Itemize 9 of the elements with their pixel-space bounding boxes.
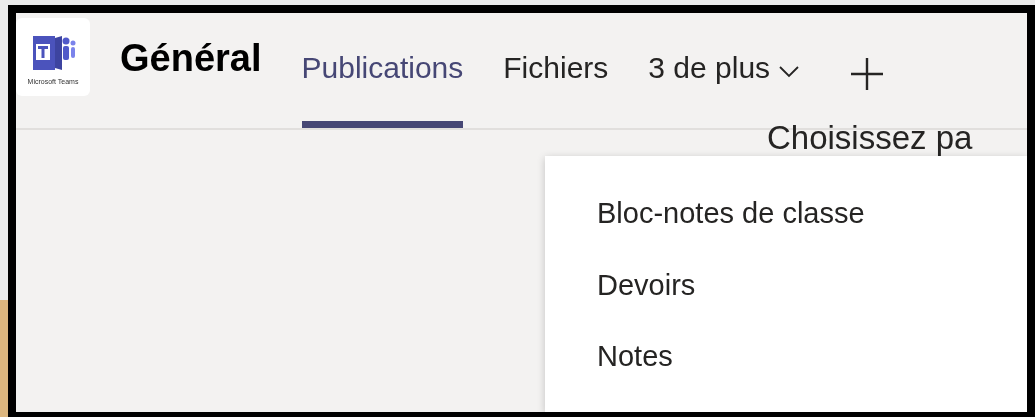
chevron-down-icon — [778, 65, 801, 79]
add-icon[interactable] — [850, 57, 885, 91]
menu-item[interactable]: Devoirs — [545, 268, 1027, 341]
tab[interactable]: Fichiers — [503, 13, 609, 128]
menu-item[interactable]: Notes — [545, 340, 1027, 412]
content-heading: Choisissez pa — [767, 120, 973, 157]
menu-item[interactable]: Bloc-notes de classe — [545, 197, 1027, 269]
channel-title: Général — [120, 37, 262, 80]
tab[interactable]: Publications — [301, 13, 464, 128]
